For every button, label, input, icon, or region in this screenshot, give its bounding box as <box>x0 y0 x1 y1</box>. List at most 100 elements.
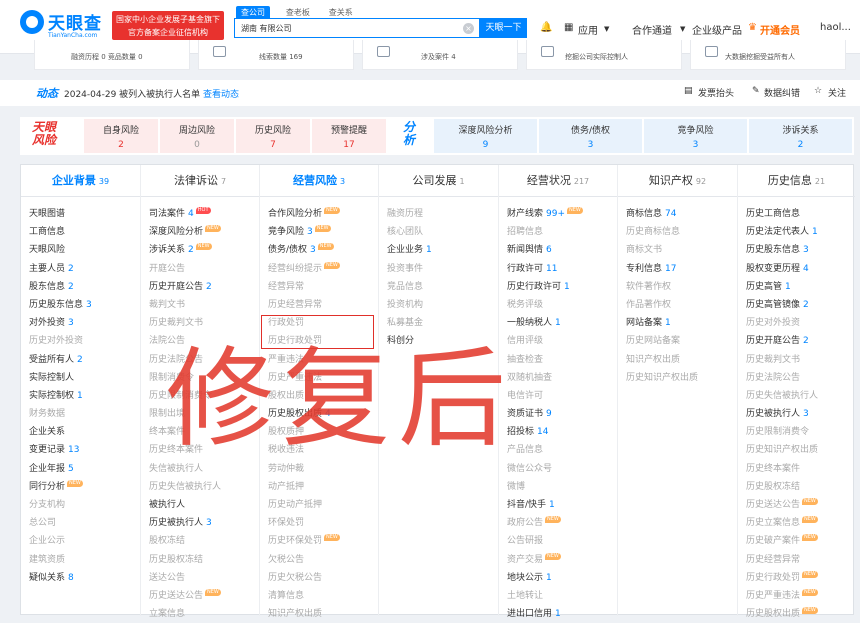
category-item[interactable]: 历史开庭公告 2 <box>738 332 855 350</box>
category-item[interactable]: 天眼风险 <box>21 241 140 259</box>
category-item[interactable]: 建筑资质 <box>21 551 140 569</box>
category-item[interactable]: 历史严重违法 NEW <box>738 587 855 605</box>
category-item[interactable]: 招聘信息 <box>499 223 617 241</box>
stat-card-financing[interactable]: 融资历程 0 竞品数量 0 <box>34 40 190 70</box>
category-item[interactable]: 历史法定代表人 1 <box>738 223 855 241</box>
category-item[interactable]: 商标信息 74 <box>618 205 737 223</box>
category-item[interactable]: 历史股权出质 NEW <box>738 605 855 623</box>
category-header[interactable]: 企业背景 39 <box>21 165 140 197</box>
category-item[interactable]: 软件著作权 <box>618 278 737 296</box>
category-item[interactable]: 竞品信息 <box>379 278 498 296</box>
category-item[interactable]: 历史裁判文书 <box>141 314 259 332</box>
category-item[interactable]: 实际控制人 <box>21 369 140 387</box>
category-item[interactable]: 清算信息 <box>260 587 378 605</box>
category-item[interactable]: 历史股东信息 3 <box>21 296 140 314</box>
category-item[interactable]: 历史行政许可 1 <box>499 278 617 296</box>
category-item[interactable]: 司法案件 4 HOT <box>141 205 259 223</box>
category-item[interactable]: 历史知识产权出质 <box>618 369 737 387</box>
category-item[interactable]: 历史裁判文书 <box>738 351 855 369</box>
category-item[interactable]: 竞争风险 3 NEW <box>260 223 378 241</box>
category-item[interactable]: 网站备案 1 <box>618 314 737 332</box>
category-item[interactable]: 历史股东信息 3 <box>738 241 855 259</box>
category-item[interactable]: 企业关系 <box>21 423 140 441</box>
category-item[interactable]: 核心团队 <box>379 223 498 241</box>
category-item[interactable]: 企业年报 5 <box>21 460 140 478</box>
category-item[interactable]: 土地转让 <box>499 587 617 605</box>
bell-icon[interactable]: 🔔 <box>540 22 552 33</box>
category-item[interactable]: 深度风险分析 NEW <box>141 223 259 241</box>
category-item[interactable]: 历史经营异常 <box>260 296 378 314</box>
category-item[interactable]: 经营异常 <box>260 278 378 296</box>
category-item[interactable]: 历史股权冻结 <box>141 551 259 569</box>
category-item[interactable]: 产品信息 <box>499 441 617 459</box>
category-item[interactable]: 同行分析 NEW <box>21 478 140 496</box>
category-item[interactable]: 微博 <box>499 478 617 496</box>
category-item[interactable]: 私募基金 <box>379 314 498 332</box>
category-item[interactable]: 变更记录 13 <box>21 441 140 459</box>
nav-enterprise-products[interactable]: 企业级产品 <box>692 22 742 37</box>
nav-partner[interactable]: 合作通道 <box>632 22 672 37</box>
category-item[interactable]: 电信许可 <box>499 387 617 405</box>
category-item[interactable]: 历史终本案件 <box>738 460 855 478</box>
invoice-button[interactable]: 发票抬头 <box>698 86 734 99</box>
category-item[interactable]: 历史动产抵押 <box>260 496 378 514</box>
category-item[interactable]: 历史环保处罚 NEW <box>260 532 378 550</box>
search-button[interactable]: 天眼一下 <box>480 18 527 38</box>
category-item[interactable]: 作品著作权 <box>618 296 737 314</box>
category-header[interactable]: 历史信息 21 <box>738 165 855 197</box>
tab-search-boss[interactable]: 查老板 <box>283 7 313 18</box>
category-item[interactable]: 招投标 14 <box>499 423 617 441</box>
category-item[interactable]: 环保处罚 <box>260 514 378 532</box>
category-item[interactable]: 抖音/快手 1 <box>499 496 617 514</box>
correct-data-button[interactable]: 数据纠错 <box>764 86 800 99</box>
category-item[interactable]: 政府公告 NEW <box>499 514 617 532</box>
risk-surrounding[interactable]: 周边风险 0 <box>160 119 234 153</box>
risk-warning[interactable]: 预警提醒 17 <box>312 119 386 153</box>
category-item[interactable]: 历史送达公告 NEW <box>141 587 259 605</box>
category-item[interactable]: 债务/债权 3 NEW <box>260 241 378 259</box>
category-item[interactable]: 资质证书 9 <box>499 405 617 423</box>
analysis-debt[interactable]: 债务/债权 3 <box>539 119 642 153</box>
category-item[interactable]: 新闻舆情 6 <box>499 241 617 259</box>
category-item[interactable]: 资产交易 NEW <box>499 551 617 569</box>
category-item[interactable]: 立案信息 <box>141 605 259 623</box>
category-item[interactable]: 劳动仲裁 <box>260 460 378 478</box>
category-item[interactable]: 微信公众号 <box>499 460 617 478</box>
category-item[interactable]: 历史经营异常 <box>738 551 855 569</box>
category-item[interactable]: 历史被执行人 3 <box>738 405 855 423</box>
category-item[interactable]: 合作风险分析 NEW <box>260 205 378 223</box>
category-item[interactable]: 历史高管镜像 2 <box>738 296 855 314</box>
category-item[interactable]: 总公司 <box>21 514 140 532</box>
analysis-competition[interactable]: 竞争风险 3 <box>644 119 747 153</box>
category-item[interactable]: 历史开庭公告 2 <box>141 278 259 296</box>
category-item[interactable]: 对外投资 3 <box>21 314 140 332</box>
category-item[interactable]: 投资事件 <box>379 260 498 278</box>
analysis-deep-risk[interactable]: 深度风险分析 9 <box>434 119 537 153</box>
category-item[interactable]: 历史对外投资 <box>738 314 855 332</box>
category-item[interactable]: 送达公告 <box>141 569 259 587</box>
category-item[interactable]: 地块公示 1 <box>499 569 617 587</box>
category-item[interactable]: 裁判文书 <box>141 296 259 314</box>
category-header[interactable]: 知识产权 92 <box>618 165 737 197</box>
category-item[interactable]: 历史行政处罚 NEW <box>738 569 855 587</box>
category-item[interactable]: 股权冻结 <box>141 532 259 550</box>
stat-card-beneficiary[interactable]: 大数据挖掘受益所有人 <box>690 40 846 70</box>
follow-button[interactable]: 关注 <box>828 86 846 99</box>
category-item[interactable]: 涉诉关系 2 NEW <box>141 241 259 259</box>
category-item[interactable]: 失信被执行人 <box>141 460 259 478</box>
category-item[interactable]: 历史法院公告 <box>738 369 855 387</box>
category-item[interactable]: 股东信息 2 <box>21 278 140 296</box>
category-item[interactable]: 公告研报 <box>499 532 617 550</box>
category-item[interactable]: 企业业务 1 <box>379 241 498 259</box>
category-item[interactable]: 融资历程 <box>379 205 498 223</box>
category-item[interactable]: 专利信息 17 <box>618 260 737 278</box>
category-item[interactable]: 知识产权出质 <box>618 351 737 369</box>
category-item[interactable]: 历史欠税公告 <box>260 569 378 587</box>
category-item[interactable]: 抽查检查 <box>499 351 617 369</box>
category-item[interactable]: 工商信息 <box>21 223 140 241</box>
category-item[interactable]: 历史限制消费令 <box>738 423 855 441</box>
category-item[interactable]: 一般纳税人 1 <box>499 314 617 332</box>
analysis-litigation[interactable]: 涉诉关系 2 <box>749 119 852 153</box>
category-item[interactable]: 被执行人 <box>141 496 259 514</box>
category-item[interactable]: 行政许可 11 <box>499 260 617 278</box>
